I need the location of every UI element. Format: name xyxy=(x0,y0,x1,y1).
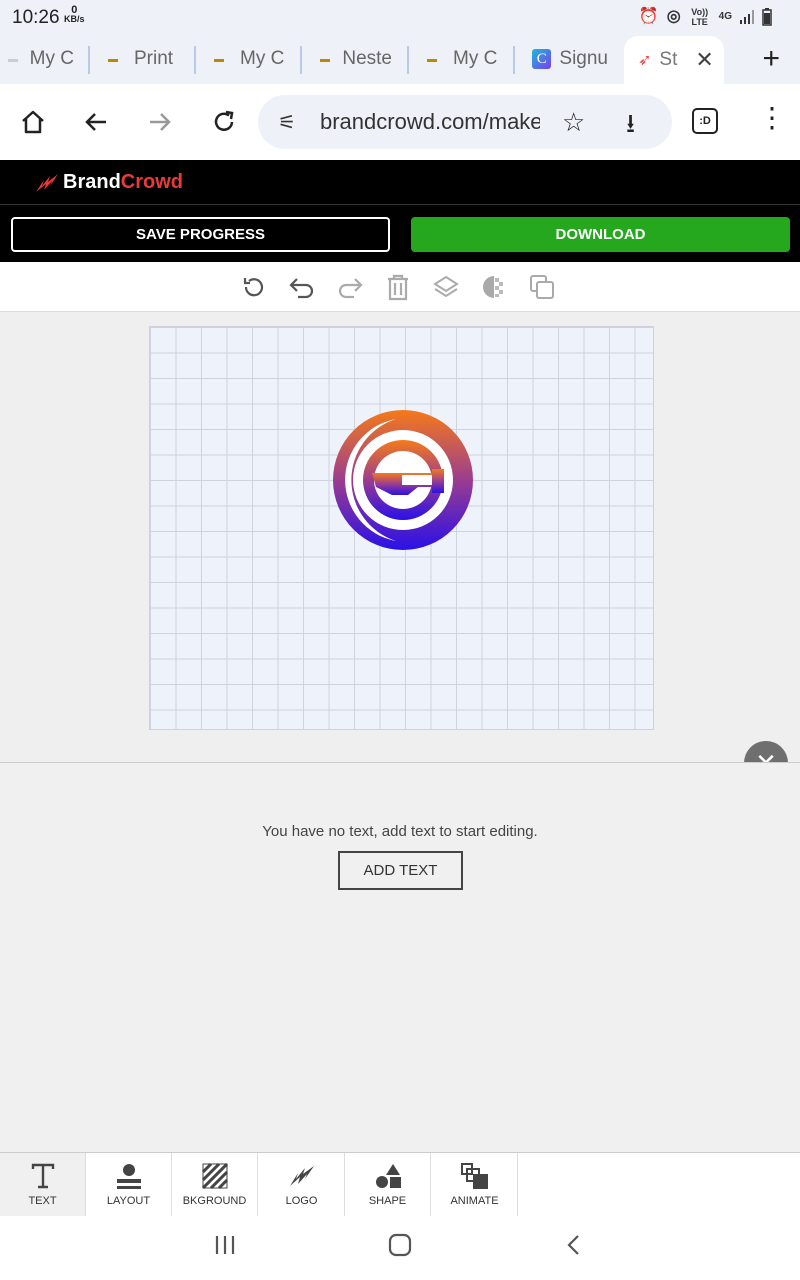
tab-divider xyxy=(88,46,90,74)
brandcrowd-logo-icon xyxy=(36,173,58,192)
tab-divider xyxy=(194,46,196,74)
nav-label: LAYOUT xyxy=(106,1195,151,1207)
network-speed: 0 KB/s xyxy=(64,5,85,24)
tab-divider xyxy=(513,46,515,74)
tab-label: Neste xyxy=(342,48,392,69)
download-button[interactable]: DOWNLOAD xyxy=(411,217,790,252)
save-progress-button[interactable]: SAVE PROGRESS xyxy=(11,217,390,252)
text-panel: You have no text, add text to start edit… xyxy=(0,762,800,1152)
bookmark-star-icon[interactable]: ☆ xyxy=(562,107,585,138)
tab-item[interactable]: ▬ My C xyxy=(427,42,499,76)
design-canvas[interactable] xyxy=(149,326,654,730)
reload-icon[interactable] xyxy=(208,106,240,138)
tab-label: St xyxy=(659,49,678,70)
site-favicon-icon: ▬ xyxy=(8,54,18,65)
brand-name-part2: Crowd xyxy=(120,171,184,193)
brandcrowd-favicon-icon: ➶ xyxy=(638,52,652,69)
tab-item[interactable]: ▬ My C xyxy=(8,42,74,76)
tab-item[interactable]: ▬ Print xyxy=(108,42,180,76)
nav-label: LOGO xyxy=(285,1195,318,1207)
recent-apps-icon[interactable] xyxy=(212,1232,238,1265)
nav-label: BKGROUND xyxy=(182,1195,247,1207)
nav-item-layout[interactable]: LAYOUT xyxy=(86,1153,172,1217)
network-type: 4G xyxy=(718,11,732,22)
g-logo-graphic[interactable] xyxy=(332,409,474,551)
volte-indicator: Vo)) LTE xyxy=(691,7,709,27)
layout-icon xyxy=(115,1157,143,1195)
nav-item-logo[interactable]: LOGO xyxy=(259,1153,345,1217)
forward-arrow-icon[interactable] xyxy=(144,106,176,138)
network-speed-unit: KB/s xyxy=(64,14,85,24)
site-favicon-icon: ▬ xyxy=(214,54,224,65)
hotspot-icon: ◎ xyxy=(666,8,681,25)
nav-label: ANIMATE xyxy=(450,1195,499,1207)
trash-icon[interactable] xyxy=(383,272,413,302)
editor-bottom-nav: TEXT LAYOUT BKGROUND LOGO SHAPE ANIMATE xyxy=(0,1152,800,1217)
browser-toolbar: ⚟ brandcrowd.com/make ☆ ⭳ :D ⋮ xyxy=(0,84,800,160)
nav-label: SHAPE xyxy=(368,1195,407,1207)
tab-label: My C xyxy=(453,48,498,69)
tab-item[interactable]: ▬ My C xyxy=(214,42,286,76)
nav-item-background[interactable]: BKGROUND xyxy=(172,1153,258,1217)
reset-icon[interactable] xyxy=(239,272,269,302)
tab-label: Print xyxy=(134,48,174,69)
new-tab-icon[interactable]: + xyxy=(762,42,780,76)
status-bar: 10:26 0 KB/s ⏰ ◎ Vo)) LTE 4G xyxy=(0,0,800,34)
site-header: Brand Crowd xyxy=(0,160,800,204)
text-icon xyxy=(30,1157,56,1195)
tab-item[interactable]: ▬ Neste xyxy=(320,42,392,76)
signal-icon xyxy=(740,10,754,24)
url-text[interactable]: brandcrowd.com/make xyxy=(320,109,540,135)
undo-icon[interactable] xyxy=(287,272,317,302)
nav-item-text[interactable]: TEXT xyxy=(0,1153,86,1217)
status-time: 10:26 xyxy=(12,7,60,28)
site-settings-icon[interactable]: ⚟ xyxy=(278,110,296,135)
site-favicon-icon: ▬ xyxy=(108,54,118,65)
tab-label: My C xyxy=(240,48,285,69)
system-back-icon[interactable] xyxy=(562,1232,588,1265)
empty-text-message: You have no text, add text to start edit… xyxy=(262,823,538,840)
canva-favicon-icon: C xyxy=(532,49,552,69)
brand-name-part1: Brand xyxy=(63,171,121,193)
more-menu-icon[interactable]: ⋮ xyxy=(758,104,786,132)
logo-icon xyxy=(288,1157,316,1195)
transparency-icon[interactable] xyxy=(479,272,509,302)
site-favicon-icon: ▬ xyxy=(427,54,437,65)
tab-divider xyxy=(407,46,409,74)
animate-icon xyxy=(460,1157,490,1195)
nav-label: TEXT xyxy=(28,1195,57,1207)
nav-item-shape[interactable]: SHAPE xyxy=(345,1153,431,1217)
battery-icon xyxy=(762,8,772,26)
layers-icon[interactable] xyxy=(431,272,461,302)
editor-toolbar xyxy=(0,262,800,312)
shape-icon xyxy=(374,1157,402,1195)
alarm-icon: ⏰ xyxy=(638,8,659,25)
tab-switcher-button[interactable]: :D xyxy=(692,108,718,134)
address-bar[interactable]: ⚟ brandcrowd.com/make ☆ ⭳ xyxy=(258,95,672,149)
back-arrow-icon[interactable] xyxy=(80,106,112,138)
site-favicon-icon: ▬ xyxy=(320,54,330,65)
system-nav-bar xyxy=(0,1216,800,1280)
nav-item-animate[interactable]: ANIMATE xyxy=(432,1153,518,1217)
home-button-icon[interactable] xyxy=(387,1232,413,1265)
design-workspace xyxy=(0,312,800,762)
background-icon xyxy=(201,1157,228,1195)
home-icon[interactable] xyxy=(17,106,49,138)
duplicate-icon[interactable] xyxy=(527,272,557,302)
add-text-button[interactable]: ADD TEXT xyxy=(338,851,463,890)
editor-action-bar: SAVE PROGRESS DOWNLOAD xyxy=(0,204,800,262)
tab-label: Signu xyxy=(559,48,608,69)
close-tab-icon[interactable]: ✕ xyxy=(695,47,713,73)
tab-label: My C xyxy=(29,48,74,69)
redo-icon[interactable] xyxy=(335,272,365,302)
tab-strip: ▬ My C ▬ Print ▬ My C ▬ Neste ▬ My C C Signu ➶… xyxy=(0,34,800,84)
tab-item[interactable]: C Signu xyxy=(532,42,608,76)
tab-item-active[interactable]: ➶ St ✕ xyxy=(624,36,724,84)
brandcrowd-logo[interactable]: Brand Crowd xyxy=(34,171,183,194)
tab-divider xyxy=(300,46,302,74)
download-page-icon[interactable]: ⭳ xyxy=(626,105,635,149)
